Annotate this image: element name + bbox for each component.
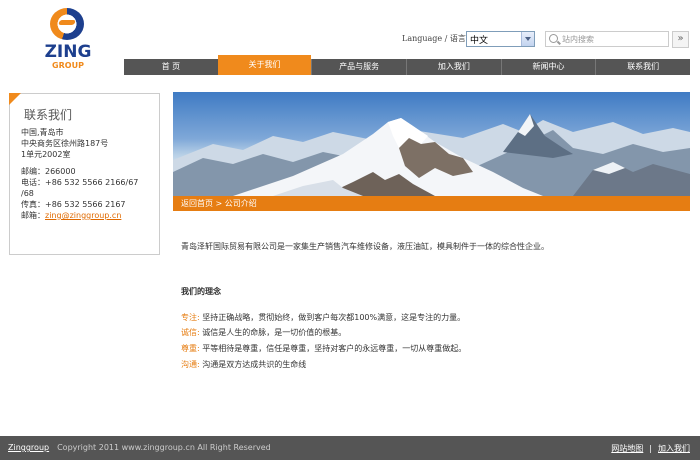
address-line: 中国,青岛市 [21,128,64,137]
nav-item-join[interactable]: 加入我们 [406,59,501,75]
chevron-down-icon[interactable] [521,32,534,46]
value-key: 诚信: [181,328,200,337]
value-key: 沟通: [181,360,200,369]
postcode: 邮编：266000 [21,167,76,176]
footer: Zinggroup Copyright 2011 www.zinggroup.cn… [0,436,700,460]
value-text: 平等相待是尊重，信任是尊重，坚持对客户的永远尊重，一切从尊重做起。 [199,344,467,353]
value-key: 专注: [181,313,200,322]
value-row: 尊重: 平等相待是尊重，信任是尊重，坚持对客户的永远尊重，一切从尊重做起。 [181,343,466,354]
footer-copyright: Zinggroup Copyright 2011 www.zinggroup.cn… [8,443,271,452]
search-icon [549,34,558,43]
value-text: 坚持正确战略，贯彻始终，做到客户每次都100%满意，这是专注的力量。 [199,313,466,322]
nav-item-about[interactable]: 关于我们 [217,55,312,75]
footer-brand-link[interactable]: Zinggroup [8,443,49,452]
language-select[interactable]: 中文 [466,31,535,47]
mountain-banner-image [173,92,690,196]
address-line: 中央商务区徐州路187号 [21,139,109,148]
value-key: 尊重: [181,344,200,353]
search-placeholder: 站内搜索 [562,35,594,44]
nav-item-products[interactable]: 产品与服务 [311,59,406,75]
zing-logo[interactable]: ZING GROUP [38,6,98,72]
logo-emblem-icon [50,8,84,40]
value-text: 沟通是双方达成共识的生命线 [199,360,307,369]
email-label: 邮箱： [21,211,45,220]
search-go-button[interactable]: » [672,31,689,48]
mountain-illustration [173,114,690,196]
corner-accent-icon [9,93,21,105]
value-row: 专注: 坚持正确战略，贯彻始终，做到客户每次都100%满意，这是专注的力量。 [181,312,465,323]
value-text: 诚信是人生的命脉，是一切价值的根基。 [199,328,347,337]
breadcrumb[interactable]: 返回首页 > 公司介绍 [173,196,690,211]
sidebar-title: 联系我们 [24,108,73,122]
logo-wordmark: ZING [44,42,92,62]
language-selected-value: 中文 [470,36,489,46]
philosophy-heading: 我们的理念 [181,287,221,296]
footer-link-join[interactable]: 加入我们 [658,444,690,453]
footer-link-sitemap[interactable]: 网站地图 [611,444,643,453]
email-row: 邮箱：zing@zinggroup.cn [21,210,156,221]
value-row: 沟通: 沟通是双方达成共识的生命线 [181,359,306,370]
footer-links: 网站地图 | 加入我们 [611,443,690,454]
company-intro: 青岛泽轩国际贸易有限公司是一家集生产销售汽车维修设备，液压油缸，模具制件于一体的… [181,242,549,251]
copyright-text: Copyright 2011 www.zinggroup.cn All Righ… [57,443,271,452]
breadcrumb-text[interactable]: 返回首页 > 公司介绍 [181,199,257,208]
address-line: 1单元2002室 [21,150,71,159]
phone-continued: /68 [21,189,34,198]
value-row: 诚信: 诚信是人生的命脉，是一切价值的根基。 [181,327,346,338]
nav-item-news[interactable]: 新闻中心 [500,59,596,75]
logo-subtitle: GROUP [52,61,84,70]
phone: 电话：+86 532 5566 2166/67 [21,178,139,187]
language-label: Language / 语言 [402,34,466,43]
footer-separator: | [649,444,652,453]
email-link[interactable]: zing@zinggroup.cn [45,211,121,220]
nav-item-home[interactable]: 首 页 [124,59,218,75]
contact-sidebar: 联系我们 中国,青岛市 中央商务区徐州路187号 1单元2002室 邮编：266… [9,93,160,255]
main-nav: 首 页 关于我们 产品与服务 加入我们 新闻中心 联系我们 [124,55,690,75]
nav-item-contact[interactable]: 联系我们 [595,59,690,75]
search-input[interactable]: 站内搜索 [545,31,669,47]
contact-details: 中国,青岛市 中央商务区徐州路187号 1单元2002室 邮编：266000 电… [21,127,156,221]
fax: 传真：+86 532 5566 2167 [21,200,126,209]
